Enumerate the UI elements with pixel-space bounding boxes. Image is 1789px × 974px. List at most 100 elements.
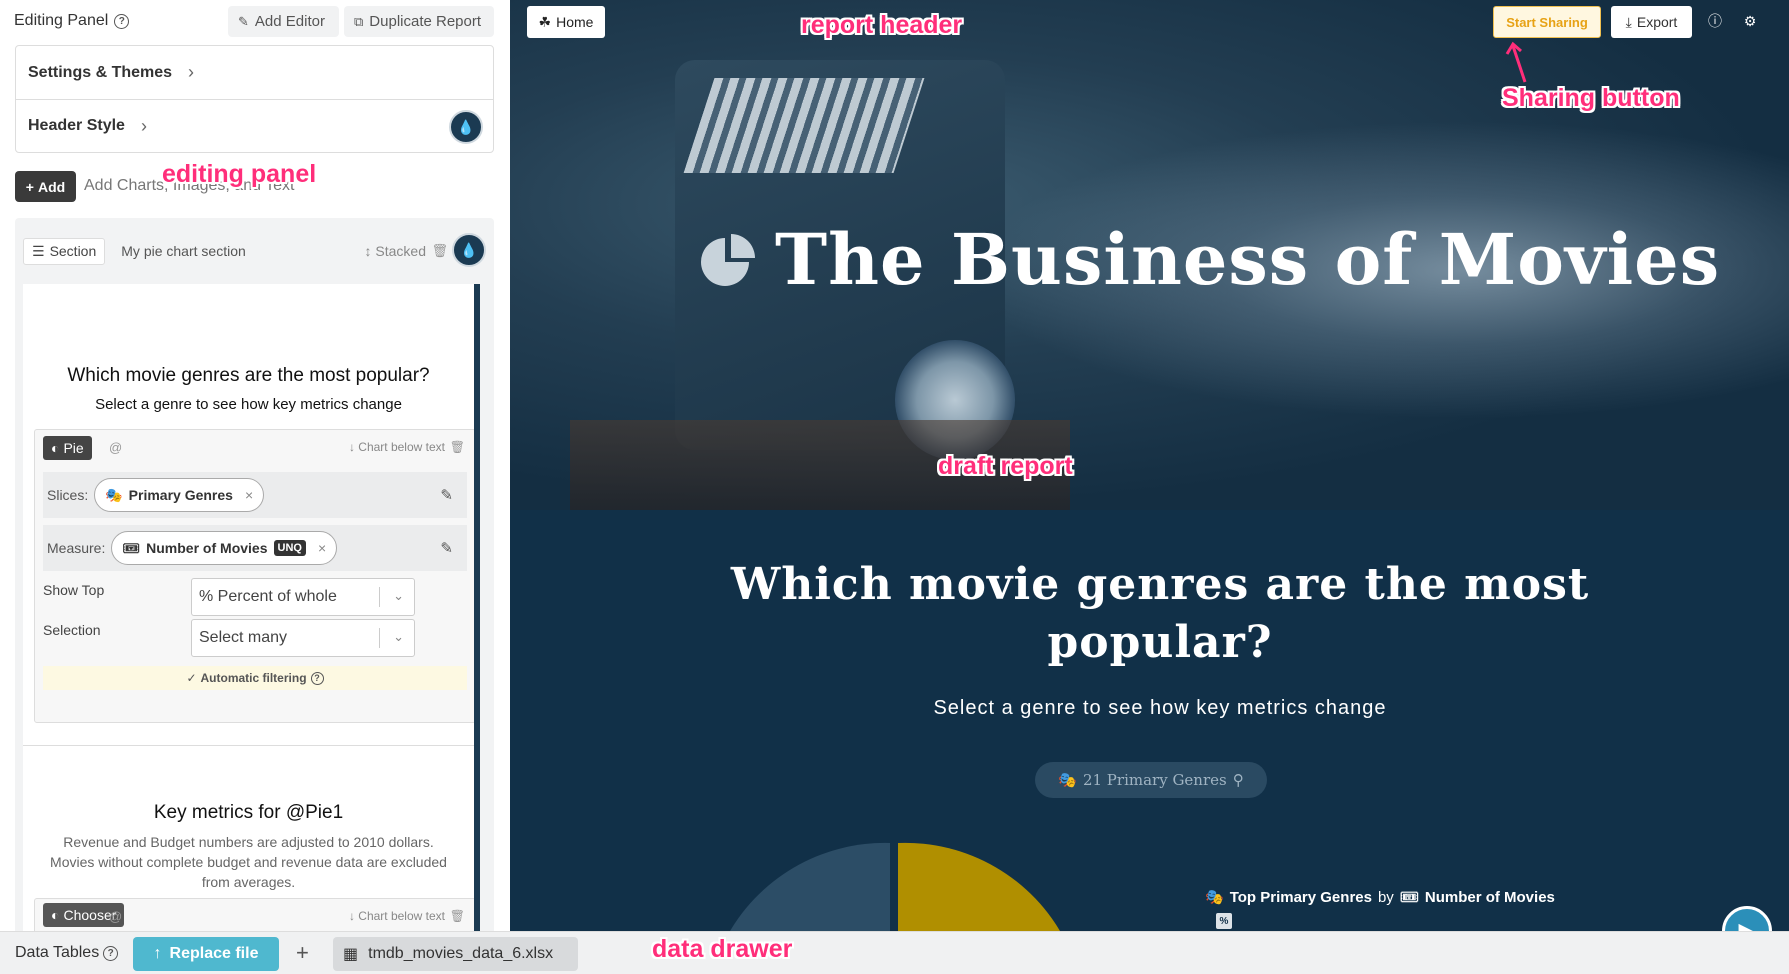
- pencil-icon[interactable]: ✎: [440, 539, 453, 557]
- help-icon[interactable]: ?: [114, 13, 130, 29]
- start-sharing-button[interactable]: Start Sharing: [1493, 6, 1601, 38]
- report-title[interactable]: The Business of Movies: [699, 218, 1720, 301]
- color-drop-icon[interactable]: 💧: [452, 233, 486, 267]
- close-icon[interactable]: ×: [318, 540, 326, 556]
- file-tab[interactable]: ▦ tmdb_movies_data_6.xlsx: [333, 937, 578, 971]
- ticket-icon: 🎟: [122, 539, 141, 556]
- add-button-label: Add: [37, 178, 66, 195]
- user-edit-icon: ✎: [238, 13, 249, 29]
- close-icon[interactable]: ×: [245, 487, 253, 503]
- chevron-down-icon: ⌄: [393, 629, 404, 644]
- replace-file-button[interactable]: ↑ Replace file: [133, 937, 279, 971]
- editing-panel-title-text: Editing Panel: [14, 12, 109, 29]
- section-divider: [23, 745, 474, 746]
- copy-icon: ⧉: [354, 13, 364, 29]
- chevron-down-icon: ⌄: [393, 588, 404, 603]
- export-label: Export: [1636, 14, 1678, 30]
- pie-chart-card: ◐ Pie @ ↓ Chart below text 🗑 Slices: 🎭 P…: [34, 429, 474, 723]
- pie-chart-tag[interactable]: ◐ Pie: [43, 436, 92, 460]
- theater-masks-icon: 🎭: [105, 486, 123, 503]
- show-top-select[interactable]: % Percent of whole ⌄: [191, 578, 415, 616]
- chooser-icon: ◐: [51, 907, 60, 923]
- selection-value: Select many: [199, 629, 288, 646]
- add-editor-button[interactable]: ✎ Add Editor: [228, 6, 339, 37]
- color-drop-icon[interactable]: 💧: [449, 110, 483, 144]
- pie-slice-1[interactable]: [725, 842, 890, 931]
- duplicate-report-label: Duplicate Report: [369, 13, 482, 30]
- file-name: tmdb_movies_data_6.xlsx: [368, 945, 554, 962]
- select-separator: [379, 587, 380, 607]
- pie-slice-2[interactable]: [898, 842, 1065, 931]
- genre-filter-button[interactable]: 🎭 21 Primary Genres ⚲: [1035, 762, 1267, 798]
- home-button[interactable]: ☘ Home: [527, 6, 605, 38]
- add-table-icon[interactable]: +: [296, 940, 309, 966]
- legend-measure: Number of Movies: [1424, 888, 1555, 906]
- question-subtitle[interactable]: Select a genre to see how key metrics ch…: [23, 396, 474, 413]
- question-title[interactable]: Which movie genres are the most popular?: [23, 365, 474, 387]
- help-icon[interactable]: ⓘ: [1706, 12, 1724, 30]
- key-metrics-text[interactable]: Revenue and Budget numbers are adjusted …: [41, 832, 456, 892]
- section-body: Which movie genres are the most popular?…: [23, 284, 480, 931]
- measure-row: Measure: 🎟 Number of Movies UNQ × ✎: [43, 525, 467, 571]
- section-name[interactable]: My pie chart section: [121, 243, 246, 259]
- report-title-text: The Business of Movies: [775, 218, 1721, 301]
- chart-position-label: Chart below text: [358, 440, 445, 454]
- draft-report: ☘ Home Start Sharing ⤓ Export ⓘ ⚙ The Bu…: [510, 0, 1789, 931]
- key-metrics-title[interactable]: Key metrics for @Pie1: [23, 802, 474, 824]
- help-icon[interactable]: ?: [310, 671, 324, 685]
- data-tables-label: Data Tables ?: [15, 944, 119, 962]
- chat-support-icon[interactable]: ▶: [1722, 906, 1772, 931]
- measure-value: Number of Movies: [146, 540, 268, 556]
- help-icon[interactable]: ?: [103, 945, 119, 961]
- pie-chart[interactable]: [725, 840, 1085, 931]
- automatic-filtering-label: Automatic filtering: [200, 671, 307, 685]
- at-mention-icon[interactable]: @: [109, 909, 122, 924]
- pencil-icon[interactable]: ✎: [440, 486, 453, 504]
- settings-themes-row[interactable]: Settings & Themes ›: [16, 46, 493, 99]
- header-style-row[interactable]: Header Style › 💧: [16, 99, 493, 152]
- chooser-card: ◐ Chooser @ ↓ Chart below text 🗑: [34, 898, 474, 931]
- check-icon: ✓: [186, 671, 197, 685]
- selection-select[interactable]: Select many ⌄: [191, 619, 415, 657]
- header-style-label: Header Style: [28, 117, 125, 134]
- replace-file-label: Replace file: [169, 945, 259, 962]
- add-hint-text: Add Charts, Images, and Text: [84, 177, 295, 194]
- slices-pill[interactable]: 🎭 Primary Genres ×: [94, 478, 265, 512]
- section-header: ☰ Section My pie chart section ↕ Stacked…: [23, 233, 486, 267]
- slices-label: Slices:: [47, 487, 89, 503]
- percent-icon[interactable]: %: [1216, 913, 1232, 929]
- slices-value: Primary Genres: [128, 487, 233, 503]
- home-logo-icon: ☘: [538, 13, 552, 30]
- section-tag[interactable]: ☰ Section: [23, 237, 106, 265]
- annotation-arrow: [1505, 41, 1527, 83]
- genre-filter-label: 21 Primary Genres: [1082, 771, 1227, 789]
- chart-below-text-toggle[interactable]: ↓ Chart below text: [349, 440, 445, 454]
- gear-icon[interactable]: ⚙: [1741, 12, 1759, 30]
- editing-panel-title: Editing Panel ?: [14, 12, 130, 30]
- show-top-value: % Percent of whole: [199, 588, 337, 605]
- chart-below-text-toggle[interactable]: ↓ Chart below text: [349, 909, 445, 923]
- ticket-icon: 🎟: [1399, 889, 1419, 906]
- settings-themes-label: Settings & Themes: [28, 63, 173, 81]
- unq-badge: UNQ: [273, 540, 306, 556]
- stacked-toggle[interactable]: ↕ Stacked: [365, 243, 426, 259]
- trash-icon[interactable]: 🗑: [450, 440, 465, 454]
- chart-legend: 🎭 Top Primary Genres by 🎟 Number of Movi…: [1205, 888, 1555, 907]
- table-icon: ▦: [343, 946, 359, 963]
- legend-by: by: [1377, 888, 1394, 906]
- add-button[interactable]: + Add: [15, 171, 76, 202]
- trash-icon[interactable]: 🗑: [431, 243, 448, 259]
- arrow-up-icon: ↑: [153, 945, 162, 962]
- at-mention-icon[interactable]: @: [109, 440, 122, 455]
- report-section-subtitle: Select a genre to see how key metrics ch…: [933, 697, 1387, 719]
- editing-panel: Editing Panel ? ✎ Add Editor ⧉ Duplicate…: [0, 0, 510, 931]
- duplicate-report-button[interactable]: ⧉ Duplicate Report: [344, 6, 494, 37]
- download-icon: ⤓: [1625, 13, 1632, 30]
- measure-pill[interactable]: 🎟 Number of Movies UNQ ×: [111, 531, 338, 565]
- add-editor-label: Add Editor: [254, 13, 325, 30]
- trash-icon[interactable]: 🗑: [450, 909, 465, 923]
- chevron-right-icon: ›: [140, 115, 147, 136]
- export-button[interactable]: ⤓ Export: [1611, 6, 1692, 38]
- layers-icon: ☰: [32, 242, 45, 259]
- select-separator: [379, 628, 380, 648]
